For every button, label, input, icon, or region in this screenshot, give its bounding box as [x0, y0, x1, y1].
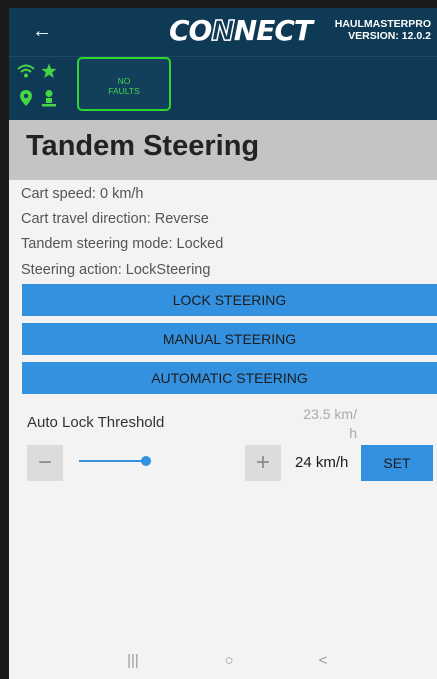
fault-status-button[interactable]: NO FAULTS [77, 57, 171, 111]
nav-back-icon[interactable]: < [311, 650, 335, 672]
threshold-current-value: 23.5 km/ h [281, 405, 357, 443]
app-screen: ← CONNECT HAULMASTERPRO VERSION: 12.0.2 [9, 8, 437, 679]
page-title: Tandem Steering [26, 130, 260, 162]
star-icon [41, 63, 57, 78]
slider-thumb[interactable] [140, 456, 151, 466]
threshold-current-line2: h [349, 425, 357, 441]
set-button[interactable]: SET [361, 445, 433, 481]
threshold-current-line1: 23.5 km/ [303, 406, 357, 422]
back-arrow-icon[interactable]: ← [31, 20, 53, 42]
threshold-value: 24 km/h [295, 454, 349, 471]
android-nav-bar: ||| ○ < [9, 644, 437, 679]
product-name: HAULMASTERPRO [334, 18, 431, 30]
device-frame: ← CONNECT HAULMASTERPRO VERSION: 12.0.2 [0, 0, 437, 679]
fault-status-line2: FAULTS [108, 86, 140, 96]
threshold-label: Auto Lock Threshold [27, 414, 165, 431]
cart-speed-text: Cart speed: 0 km/h [21, 186, 144, 202]
version-label: VERSION: 12.0.2 [348, 30, 431, 42]
decrease-button[interactable]: − [27, 445, 63, 481]
threshold-slider[interactable] [79, 454, 151, 468]
increase-button[interactable]: + [245, 445, 281, 481]
connect-logo: CONNECT [169, 13, 313, 48]
recents-icon[interactable]: ||| [121, 650, 145, 672]
fault-status-line1: NO [117, 76, 131, 86]
app-header: ← CONNECT HAULMASTERPRO VERSION: 12.0.2 [9, 8, 437, 56]
lock-steering-button[interactable]: LOCK STEERING [22, 284, 437, 316]
steering-action-text: Steering action: LockSteering [21, 262, 211, 278]
title-bar: Tandem Steering [9, 120, 437, 180]
operator-icon [42, 90, 56, 107]
travel-direction-text: Cart travel direction: Reverse [21, 211, 209, 227]
wifi-icon [17, 64, 35, 78]
automatic-steering-button[interactable]: AUTOMATIC STEERING [22, 362, 437, 394]
status-icons [17, 63, 65, 113]
steering-mode-text: Tandem steering mode: Locked [21, 236, 224, 252]
location-pin-icon [20, 90, 32, 106]
home-icon[interactable]: ○ [217, 650, 241, 672]
status-bar: NO FAULTS [9, 56, 437, 120]
version-info: HAULMASTERPRO VERSION: 12.0.2 [311, 18, 431, 42]
manual-steering-button[interactable]: MANUAL STEERING [22, 323, 437, 355]
